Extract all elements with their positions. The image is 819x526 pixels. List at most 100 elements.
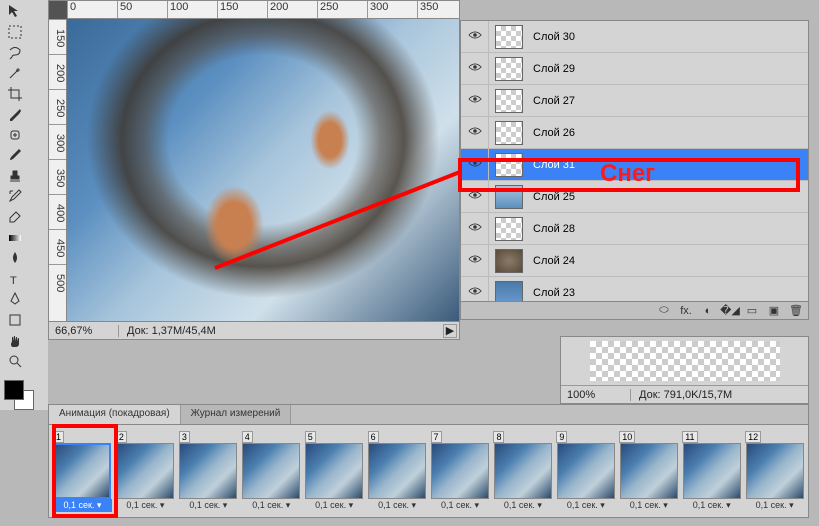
visibility-toggle-icon[interactable]	[461, 245, 489, 276]
layer-name-label[interactable]: Слой 29	[529, 63, 808, 75]
layer-row[interactable]: Слой 24	[461, 245, 808, 277]
layer-name-label[interactable]: Слой 31	[529, 159, 808, 171]
lasso-tool[interactable]	[4, 43, 26, 62]
marquee-tool[interactable]	[4, 23, 26, 42]
visibility-toggle-icon[interactable]	[461, 21, 489, 52]
shape-tool[interactable]	[4, 311, 26, 330]
blur-tool[interactable]	[4, 249, 26, 268]
frame-delay[interactable]: 0,1 сек. ▾	[682, 499, 741, 512]
frame-thumbnail[interactable]	[431, 443, 489, 499]
frame-delay[interactable]: 0,1 сек. ▾	[745, 499, 804, 512]
tab-measurement-log[interactable]: Журнал измерений	[181, 405, 292, 424]
animation-frame[interactable]: 40,1 сек. ▾	[242, 431, 301, 512]
frame-delay[interactable]: 0,1 сек. ▾	[53, 499, 112, 512]
layer-thumbnail[interactable]	[495, 153, 523, 177]
navigator-zoom[interactable]: 100%	[561, 389, 631, 401]
layer-row[interactable]: Слой 26	[461, 117, 808, 149]
layer-name-label[interactable]: Слой 30	[529, 31, 808, 43]
layer-thumbnail[interactable]	[495, 25, 523, 49]
frame-delay[interactable]: 0,1 сек. ▾	[116, 499, 175, 512]
animation-frame[interactable]: 20,1 сек. ▾	[116, 431, 175, 512]
layer-thumbnail[interactable]	[495, 185, 523, 209]
eraser-tool[interactable]	[4, 208, 26, 227]
layer-thumbnail[interactable]	[495, 281, 523, 302]
visibility-toggle-icon[interactable]	[461, 117, 489, 148]
layer-fx-icon[interactable]: fx.	[678, 304, 694, 318]
new-layer-icon[interactable]: ▣	[766, 304, 782, 318]
layer-name-label[interactable]: Слой 23	[529, 287, 808, 299]
link-layers-icon[interactable]: ⬭	[656, 304, 672, 318]
delete-layer-icon[interactable]: 🗑	[788, 304, 804, 318]
frame-delay[interactable]: 0,1 сек. ▾	[619, 499, 678, 512]
adjustment-layer-icon[interactable]: �◢	[722, 304, 738, 318]
frame-delay[interactable]: 0,1 сек. ▾	[179, 499, 238, 512]
layer-name-label[interactable]: Слой 25	[529, 191, 808, 203]
layer-row[interactable]: Слой 27	[461, 85, 808, 117]
visibility-toggle-icon[interactable]	[461, 213, 489, 244]
wand-tool[interactable]	[4, 64, 26, 83]
animation-frame[interactable]: 10,1 сек. ▾	[53, 431, 112, 512]
frame-delay[interactable]: 0,1 сек. ▾	[368, 499, 427, 512]
animation-frame[interactable]: 110,1 сек. ▾	[682, 431, 741, 512]
layer-name-label[interactable]: Слой 26	[529, 127, 808, 139]
hand-tool[interactable]	[4, 331, 26, 350]
frame-thumbnail[interactable]	[116, 443, 174, 499]
frame-thumbnail[interactable]	[53, 443, 111, 499]
animation-frame[interactable]: 100,1 сек. ▾	[619, 431, 678, 512]
visibility-toggle-icon[interactable]	[461, 181, 489, 212]
frame-thumbnail[interactable]	[746, 443, 804, 499]
visibility-toggle-icon[interactable]	[461, 149, 489, 180]
color-swatches[interactable]	[4, 380, 36, 410]
animation-frame[interactable]: 50,1 сек. ▾	[305, 431, 364, 512]
layer-row[interactable]: Слой 30	[461, 21, 808, 53]
tab-animation[interactable]: Анимация (покадровая)	[49, 405, 181, 424]
pen-tool[interactable]	[4, 290, 26, 309]
brush-tool[interactable]	[4, 146, 26, 165]
layer-thumbnail[interactable]	[495, 217, 523, 241]
layer-group-icon[interactable]: ▭	[744, 304, 760, 318]
type-tool[interactable]: T	[4, 270, 26, 289]
frame-delay[interactable]: 0,1 сек. ▾	[242, 499, 301, 512]
zoom-tool[interactable]	[4, 352, 26, 371]
move-tool[interactable]	[4, 2, 26, 21]
visibility-toggle-icon[interactable]	[461, 277, 489, 301]
frame-delay[interactable]: 0,1 сек. ▾	[556, 499, 615, 512]
frame-thumbnail[interactable]	[620, 443, 678, 499]
frame-thumbnail[interactable]	[305, 443, 363, 499]
animation-frame[interactable]: 30,1 сек. ▾	[179, 431, 238, 512]
eyedropper-tool[interactable]	[4, 105, 26, 124]
frame-delay[interactable]: 0,1 сек. ▾	[431, 499, 490, 512]
layer-row[interactable]: Слой 23	[461, 277, 808, 301]
animation-frame[interactable]: 90,1 сек. ▾	[556, 431, 615, 512]
scroll-right-icon[interactable]: ▶	[443, 324, 457, 338]
navigator-preview[interactable]	[590, 341, 780, 381]
frame-delay[interactable]: 0,1 сек. ▾	[305, 499, 364, 512]
layer-row[interactable]: Слой 29	[461, 53, 808, 85]
visibility-toggle-icon[interactable]	[461, 85, 489, 116]
frame-thumbnail[interactable]	[179, 443, 237, 499]
frame-thumbnail[interactable]	[494, 443, 552, 499]
canvas[interactable]	[67, 19, 459, 321]
frame-thumbnail[interactable]	[683, 443, 741, 499]
history-brush-tool[interactable]	[4, 187, 26, 206]
animation-frame[interactable]: 60,1 сек. ▾	[368, 431, 427, 512]
animation-frame[interactable]: 120,1 сек. ▾	[745, 431, 804, 512]
layer-row[interactable]: Слой 28	[461, 213, 808, 245]
animation-frame[interactable]: 80,1 сек. ▾	[493, 431, 552, 512]
stamp-tool[interactable]	[4, 167, 26, 186]
layer-name-label[interactable]: Слой 24	[529, 255, 808, 267]
layer-thumbnail[interactable]	[495, 249, 523, 273]
frame-delay[interactable]: 0,1 сек. ▾	[493, 499, 552, 512]
layer-name-label[interactable]: Слой 27	[529, 95, 808, 107]
layer-mask-icon[interactable]: ◐	[700, 304, 716, 318]
visibility-toggle-icon[interactable]	[461, 53, 489, 84]
frame-thumbnail[interactable]	[557, 443, 615, 499]
crop-tool[interactable]	[4, 84, 26, 103]
zoom-level[interactable]: 66,67%	[49, 325, 119, 337]
heal-tool[interactable]	[4, 125, 26, 144]
frame-thumbnail[interactable]	[242, 443, 300, 499]
layer-thumbnail[interactable]	[495, 121, 523, 145]
foreground-color[interactable]	[4, 380, 24, 400]
animation-frame[interactable]: 70,1 сек. ▾	[431, 431, 490, 512]
layer-thumbnail[interactable]	[495, 89, 523, 113]
